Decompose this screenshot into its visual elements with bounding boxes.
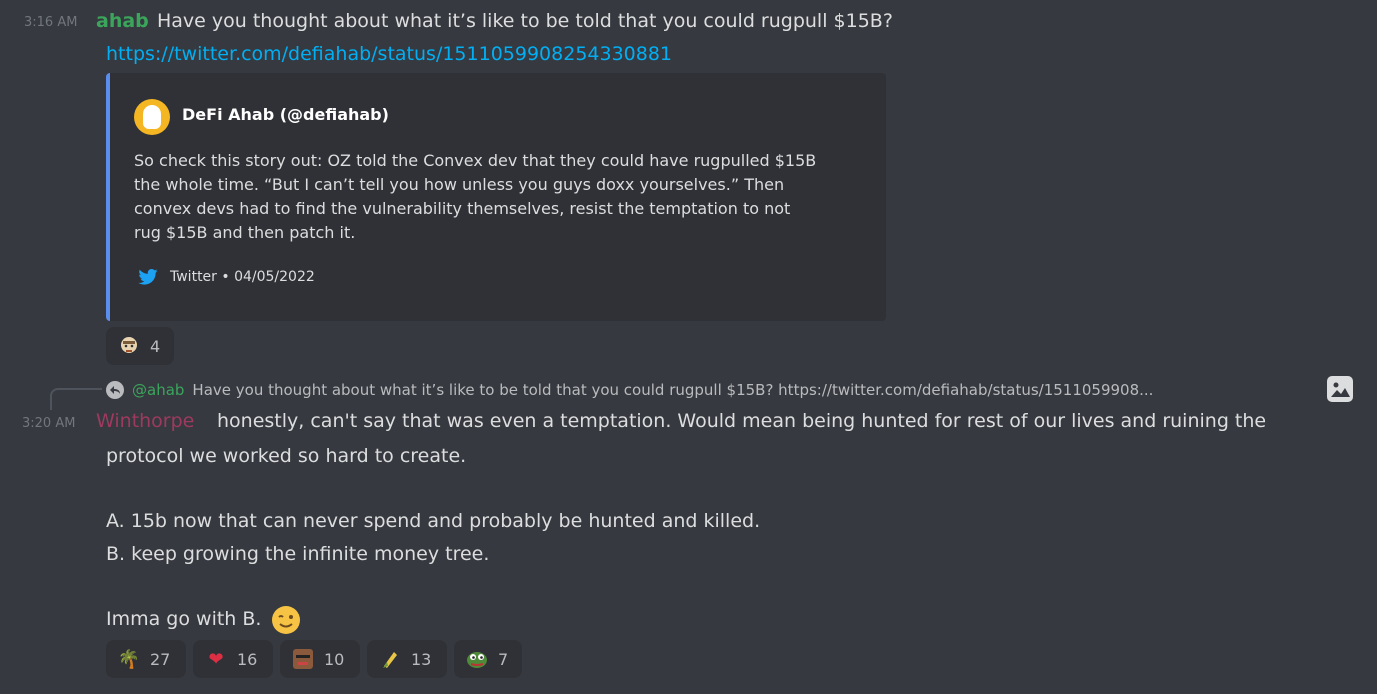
reaction-count: 4 — [150, 336, 161, 356]
reaction-button[interactable]: 4 — [106, 327, 174, 365]
message-timestamp[interactable]: 3:20 AM — [22, 416, 75, 431]
embed-author-name[interactable]: DeFi Ahab (@defiahab) — [182, 105, 389, 124]
image-icon — [1327, 376, 1353, 402]
reaction-count: 27 — [150, 649, 171, 669]
reaction-count: 7 — [498, 649, 509, 669]
reaction-button[interactable]: 13 — [367, 640, 447, 678]
reaction-count: 13 — [411, 649, 432, 669]
twitter-icon — [138, 269, 158, 285]
author-name[interactable]: ahab — [96, 10, 149, 32]
reply-connector — [50, 388, 102, 410]
embed-footer: Twitter • 04/05/2022 — [138, 269, 315, 285]
reaction-button[interactable]: 7 — [454, 640, 522, 678]
heart-icon: ❤ — [208, 648, 224, 670]
embed-description: So check this story out: OZ told the Con… — [134, 151, 817, 242]
message-text: Have you thought about what it’s like to… — [157, 10, 893, 32]
message-text-line: protocol we worked so hard to create. — [106, 445, 467, 467]
message-text-line: Imma go with B. — [106, 608, 262, 630]
reply-text[interactable]: Have you thought about what it’s like to… — [192, 381, 1153, 399]
message-text-line: A. 15b now that can never spend and prob… — [106, 510, 761, 532]
pepe-icon — [466, 648, 488, 670]
message-text-line: B. keep growing the infinite money tree. — [106, 543, 490, 565]
wink-emoji-icon — [270, 604, 302, 636]
message-timestamp[interactable]: 3:16 AM — [24, 15, 77, 30]
tweet-link[interactable]: https://twitter.com/defiahab/status/1511… — [106, 43, 672, 65]
custom-face-icon — [118, 335, 140, 357]
reply-arrow-icon — [106, 381, 124, 399]
custom-corn-icon — [379, 648, 401, 670]
reaction-button[interactable]: ❤ 16 — [193, 640, 273, 678]
palm-tree-icon: 🌴 — [117, 648, 141, 670]
author-name[interactable]: Winthorpe — [96, 410, 194, 432]
reaction-count: 16 — [237, 649, 258, 669]
custom-face-icon — [292, 648, 314, 670]
reply-preview[interactable]: @ahab Have you thought about what it’s l… — [106, 379, 1153, 401]
reaction-button[interactable]: 10 — [280, 640, 360, 678]
reaction-button[interactable]: 🌴 27 — [106, 640, 186, 678]
embed-author-avatar[interactable] — [134, 99, 170, 135]
embed-footer-text: Twitter • 04/05/2022 — [170, 269, 315, 285]
link-embed: DeFi Ahab (@defiahab) So check this stor… — [106, 73, 886, 321]
reaction-count: 10 — [324, 649, 345, 669]
reply-author[interactable]: @ahab — [132, 381, 184, 399]
message-text-line: honestly, can't say that was even a temp… — [217, 410, 1267, 432]
